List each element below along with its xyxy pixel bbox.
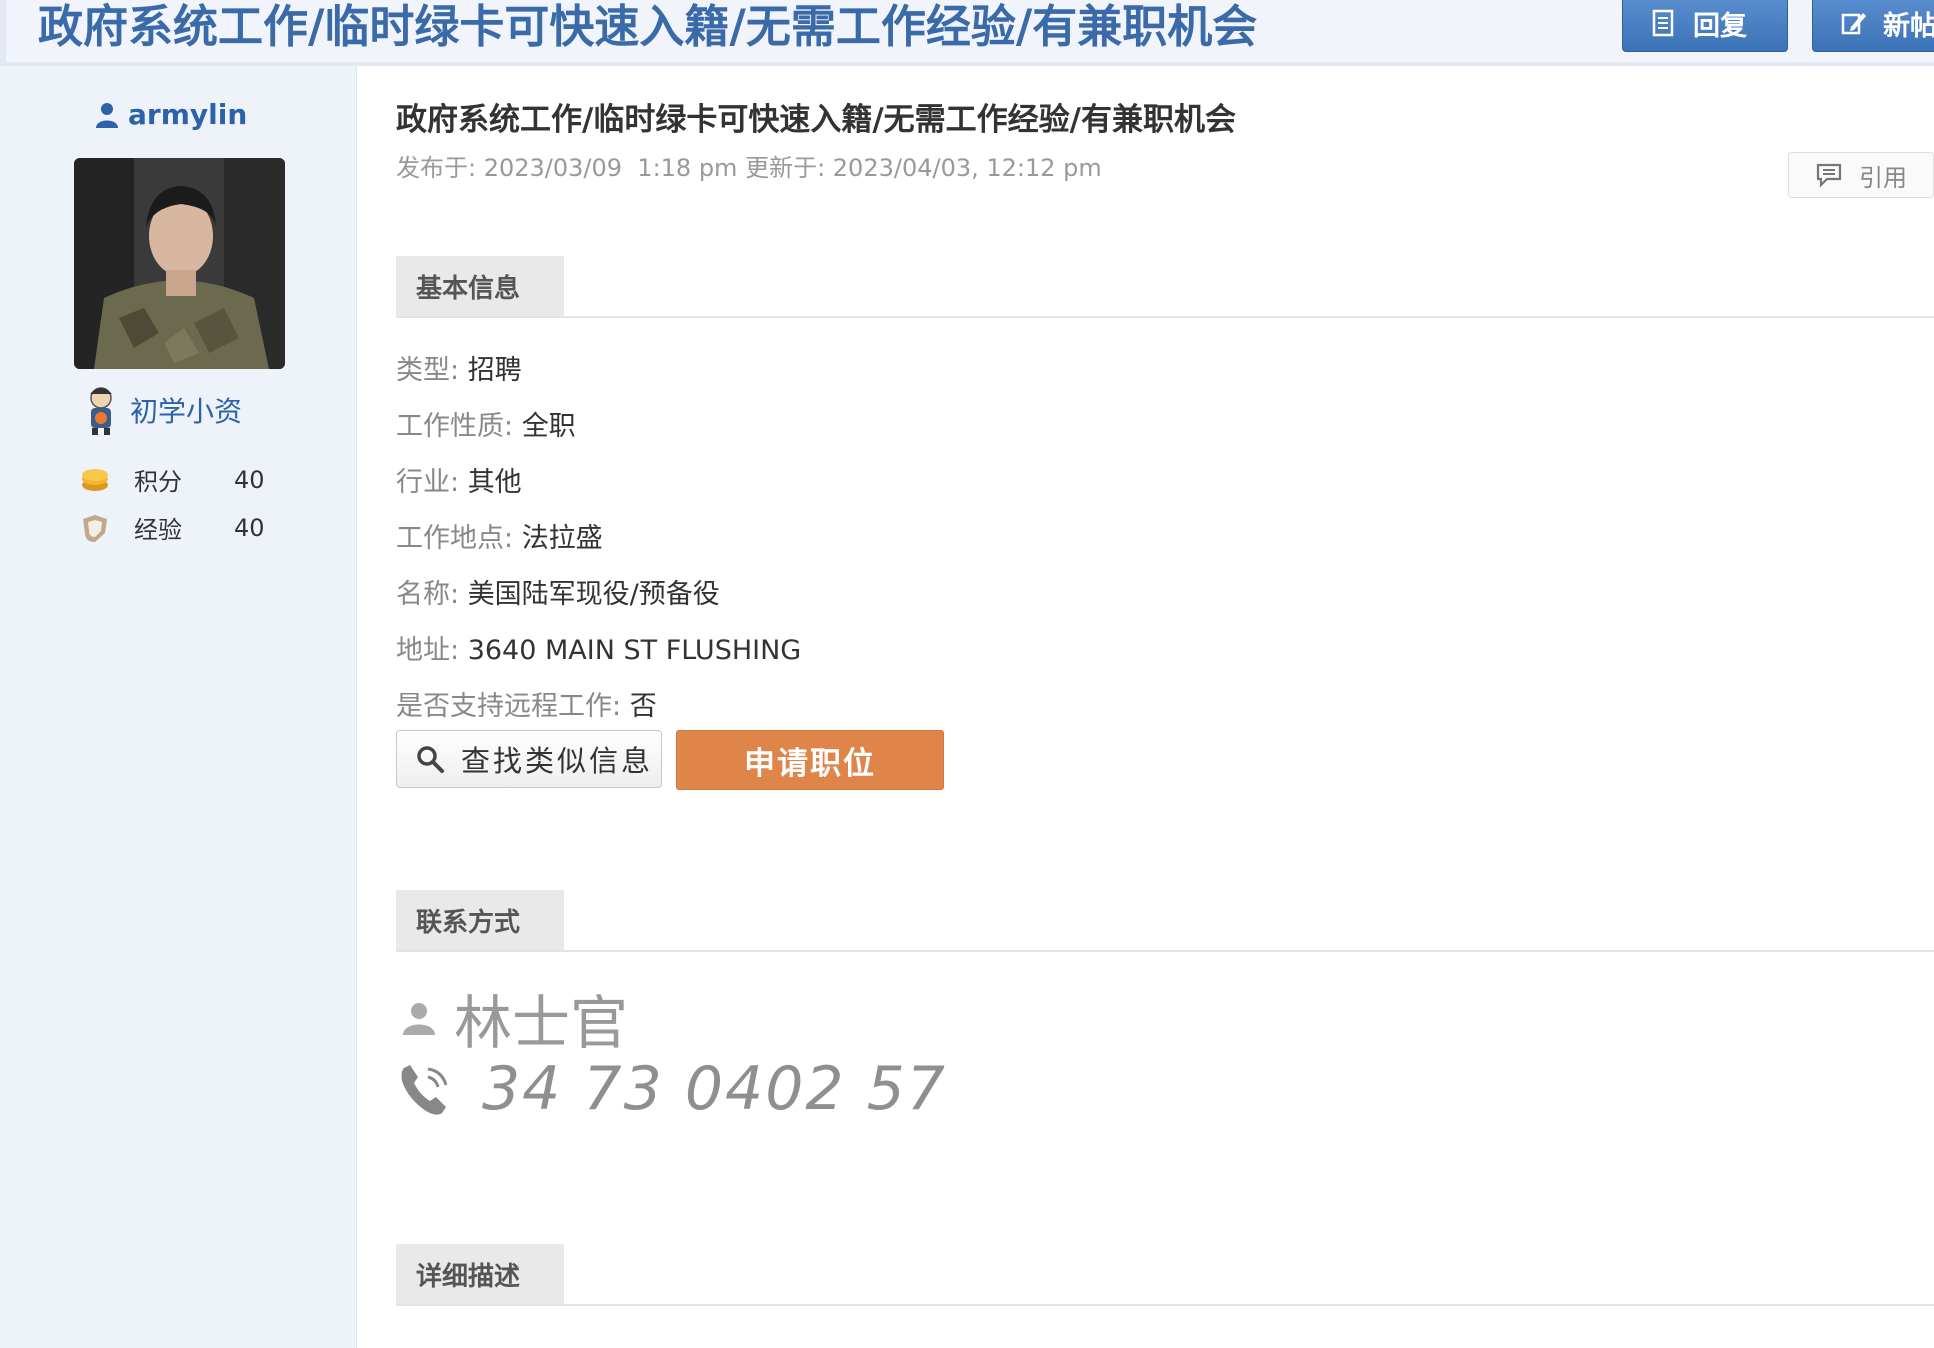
field-key: 地址 xyxy=(396,635,450,666)
person-icon xyxy=(403,1003,435,1035)
author-sidebar: armylin 初学小资 积分 40 经验 40 xyxy=(0,66,357,1348)
stat-points: 积分 40 xyxy=(80,462,265,497)
contact-section-header: 联系方式 xyxy=(396,890,1934,952)
post-meta: 发布于: 2023/03/09 1:18 pm 更新于: 2023/04/03,… xyxy=(396,154,1102,182)
phone-icon xyxy=(401,1065,448,1115)
thread-title: 政府系统工作/临时绿卡可快速入籍/无需工作经验/有兼职机会 xyxy=(38,0,1258,53)
field-key: 名称 xyxy=(396,579,450,610)
field-job-nature: 工作性质: 全职 xyxy=(396,411,576,442)
stat-experience: 经验 40 xyxy=(80,510,265,545)
stat-experience-value: 40 xyxy=(234,513,265,542)
field-value: 否 xyxy=(629,691,657,722)
avatar[interactable] xyxy=(74,158,285,369)
shield-icon xyxy=(83,514,107,542)
field-value: 美国陆军现役/预备役 xyxy=(467,579,720,610)
comment-icon xyxy=(1816,163,1842,188)
contact-name: 林士官 xyxy=(400,976,628,1060)
post-title: 政府系统工作/临时绿卡可快速入籍/无需工作经验/有兼职机会 xyxy=(396,102,1236,138)
field-key: 是否支持远程工作 xyxy=(396,691,612,722)
quote-button[interactable]: 引用 xyxy=(1788,152,1934,198)
field-value: 法拉盛 xyxy=(521,523,603,554)
detail-section-header: 详细描述 xyxy=(396,1244,1934,1306)
reply-button[interactable]: 回复 xyxy=(1622,0,1788,52)
avatar-photo xyxy=(74,158,285,369)
quote-label: 引用 xyxy=(1859,163,1907,192)
contact-phone-text: 34 73 0402 57 xyxy=(482,1054,947,1124)
contact-phone: 34 73 0402 57 xyxy=(396,1054,947,1124)
author-username[interactable]: armylin xyxy=(96,98,247,131)
detail-heading: 详细描述 xyxy=(396,1244,564,1304)
stat-experience-label: 经验 xyxy=(134,516,182,544)
reply-label: 回复 xyxy=(1693,10,1747,42)
contact-name-text: 林士官 xyxy=(454,989,629,1057)
field-type: 类型: 招聘 xyxy=(396,355,522,386)
new-post-label: 新帖 xyxy=(1883,10,1934,42)
field-value: 其他 xyxy=(467,467,522,498)
find-similar-button[interactable]: 查找类似信息 xyxy=(396,730,662,788)
field-key: 工作地点 xyxy=(396,523,504,554)
stat-points-label: 积分 xyxy=(134,468,182,496)
rank-label: 初学小资 xyxy=(130,395,243,428)
field-value: 招聘 xyxy=(467,355,522,386)
document-icon xyxy=(1652,9,1674,37)
contact-heading: 联系方式 xyxy=(396,890,564,950)
rank-badge-icon xyxy=(90,387,112,435)
edit-icon xyxy=(1841,13,1866,35)
find-similar-label: 查找类似信息 xyxy=(461,744,654,778)
thread-header: 政府系统工作/临时绿卡可快速入籍/无需工作经验/有兼职机会 回复 新帖 xyxy=(0,0,1934,66)
search-icon xyxy=(417,746,444,773)
user-icon xyxy=(96,102,118,128)
stat-points-value: 40 xyxy=(234,465,265,494)
field-remote: 是否支持远程工作: 否 xyxy=(396,691,657,722)
user-rank[interactable]: 初学小资 xyxy=(80,384,242,436)
field-key: 工作性质 xyxy=(396,411,504,442)
field-address: 地址: 3640 MAIN ST FLUSHING xyxy=(396,635,802,666)
apply-job-button[interactable]: 申请职位 xyxy=(676,730,944,790)
new-post-button[interactable]: 新帖 xyxy=(1812,0,1934,52)
field-industry: 行业: 其他 xyxy=(396,467,522,498)
basic-info-section-header: 基本信息 xyxy=(396,256,1934,318)
field-name: 名称: 美国陆军现役/预备役 xyxy=(396,579,720,610)
field-value: 3640 MAIN ST FLUSHING xyxy=(467,635,802,666)
field-key: 行业 xyxy=(396,467,450,498)
basic-info-heading: 基本信息 xyxy=(396,256,564,316)
username-text: armylin xyxy=(128,98,248,131)
field-location: 工作地点: 法拉盛 xyxy=(396,523,603,554)
field-value: 全职 xyxy=(521,411,576,442)
field-key: 类型 xyxy=(396,355,450,386)
coin-icon xyxy=(82,468,108,491)
